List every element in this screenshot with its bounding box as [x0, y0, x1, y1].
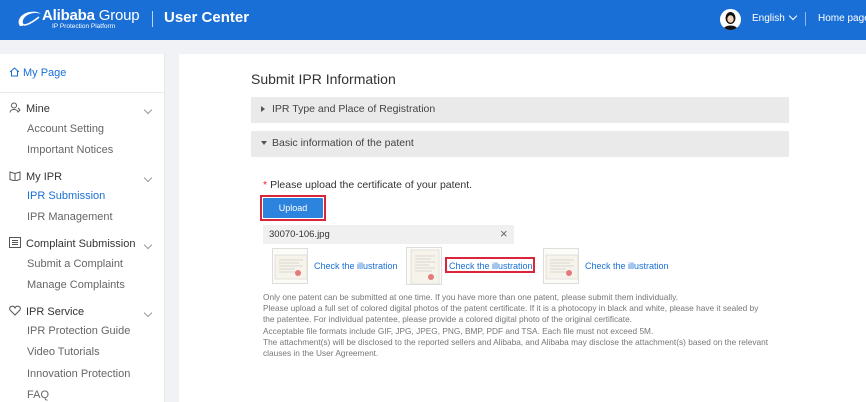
sidebar-item-innovation-protection[interactable]: Innovation Protection [27, 368, 130, 380]
chevron-down-icon[interactable] [143, 240, 153, 250]
language-selector[interactable]: English [752, 11, 798, 24]
main-panel: Submit IPR Information IPR Type and Plac… [179, 54, 866, 402]
certificate-thumbnail[interactable] [272, 248, 308, 284]
certificate-image-icon [410, 249, 440, 284]
note-line: The attachment(s) will be disclosed to t… [263, 336, 769, 347]
user-icon [9, 102, 21, 113]
list-icon [9, 237, 21, 248]
top-header: Alibaba Group IP Protection Platform Use… [0, 0, 866, 40]
chevron-down-icon[interactable] [143, 308, 153, 318]
sidebar-item-important-notices[interactable]: Important Notices [27, 144, 113, 156]
sidebar-group-my-ipr[interactable]: My IPR [9, 170, 62, 183]
certificate-image-icon [274, 254, 307, 280]
uploaded-file-row: 30070-106.jpg × [263, 225, 514, 244]
avatar-person-icon [720, 9, 741, 30]
logo-text: Alibaba Group [42, 7, 140, 24]
sidebar-item-submit-complaint[interactable]: Submit a Complaint [27, 258, 123, 270]
logo-subtitle: IP Protection Platform [52, 23, 116, 30]
book-icon [9, 171, 21, 182]
sidebar-item-ipr-management[interactable]: IPR Management [27, 211, 113, 223]
note-line: Please upload a full set of colored digi… [263, 303, 759, 314]
sidebar-item-my-page[interactable]: My Page [9, 67, 66, 79]
sidebar-divider [0, 92, 165, 93]
certificate-thumbnail[interactable] [406, 247, 442, 285]
upload-button[interactable]: Upload [263, 198, 323, 218]
note-line: Only one patent can be submitted at one … [263, 292, 678, 302]
user-avatar[interactable] [720, 9, 741, 30]
sidebar: My Page Mine Account Setting Important N… [0, 54, 165, 402]
sidebar-item-ipr-submission[interactable]: IPR Submission [27, 190, 105, 202]
heart-icon [9, 305, 21, 316]
caret-right-icon [261, 106, 265, 112]
sidebar-item-ipr-protection-guide[interactable]: IPR Protection Guide [27, 325, 130, 337]
certificate-image-icon [545, 254, 578, 280]
home-page-link[interactable]: Home page [818, 13, 866, 24]
accordion-basic-info[interactable]: Basic information of the patent [251, 131, 789, 157]
accordion-ipr-type[interactable]: IPR Type and Place of Registration [251, 97, 789, 123]
required-asterisk: * [263, 179, 268, 191]
header-title: User Center [164, 9, 250, 26]
upload-notes: Only one patent can be submitted at one … [263, 292, 823, 359]
header-divider [152, 11, 153, 27]
note-line: Acceptable file formats include GIF, JPG… [263, 325, 654, 336]
chevron-down-icon [788, 11, 798, 21]
sidebar-group-mine[interactable]: Mine [9, 102, 50, 115]
upload-prompt: * Please upload the certificate of your p… [263, 179, 473, 191]
caret-down-icon [261, 141, 267, 145]
file-name: 30070-106.jpg [269, 229, 330, 240]
sidebar-group-complaint-submission[interactable]: Complaint Submission [9, 237, 135, 250]
accordion-label: IPR Type and Place of Registration [272, 103, 436, 115]
home-icon [9, 67, 20, 77]
check-illustration-link-3[interactable]: Check the illustration [585, 261, 669, 271]
close-icon[interactable]: × [500, 226, 508, 241]
sidebar-item-manage-complaints[interactable]: Manage Complaints [27, 279, 125, 291]
sidebar-item-faq[interactable]: FAQ [27, 389, 49, 401]
header-divider-right [805, 12, 806, 26]
note-line: the patentee. For individual patentee, p… [263, 314, 632, 325]
sidebar-item-account-setting[interactable]: Account Setting [27, 123, 104, 135]
check-illustration-link-1[interactable]: Check the illustration [314, 261, 398, 271]
chevron-down-icon[interactable] [143, 173, 153, 183]
alibaba-swoosh-icon [18, 11, 41, 26]
language-label: English [752, 13, 785, 24]
chevron-down-icon[interactable] [143, 105, 153, 115]
check-illustration-link-2[interactable]: Check the illustration [449, 261, 533, 271]
accordion-label: Basic information of the patent [272, 137, 414, 149]
sidebar-item-video-tutorials[interactable]: Video Tutorials [27, 346, 100, 358]
certificate-thumbnail[interactable] [543, 248, 579, 284]
sidebar-group-ipr-service[interactable]: IPR Service [9, 305, 84, 318]
note-line: clauses in the User Agreement. [263, 348, 379, 359]
page-title: Submit IPR Information [251, 71, 396, 87]
